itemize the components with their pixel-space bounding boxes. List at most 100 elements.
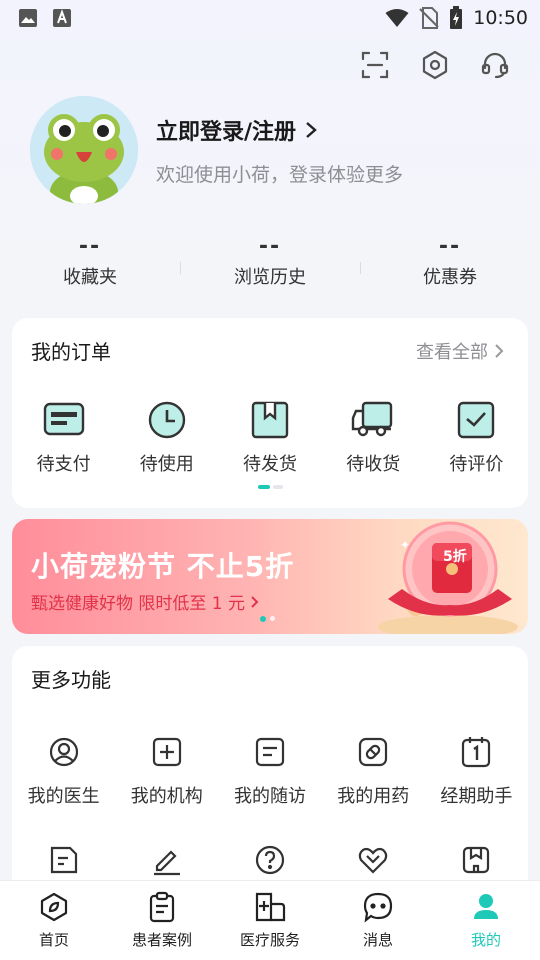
- red-envelope-icon: 5折 ✦: [378, 521, 518, 634]
- login-register-link[interactable]: 立即登录/注册: [156, 114, 403, 146]
- feature-help[interactable]: [218, 840, 321, 880]
- more-features-title: 更多功能: [31, 668, 111, 692]
- stats-row: -- 收藏夹 -- 浏览历史 -- 优惠券: [0, 226, 540, 296]
- order-label: 待发货: [243, 454, 297, 475]
- stat-value: --: [78, 233, 102, 259]
- stat-label: 收藏夹: [63, 266, 117, 288]
- message-icon: [363, 892, 393, 923]
- top-actions: [358, 48, 512, 82]
- banner-title: 小荷宠粉节 不止5折: [31, 550, 295, 583]
- chevron-right-icon: [251, 595, 259, 608]
- chevron-right-icon: [495, 344, 504, 358]
- page-dot: [273, 485, 283, 489]
- tab-label: 我的: [470, 931, 501, 949]
- order-label: 待收货: [346, 454, 401, 475]
- scan-button[interactable]: [358, 48, 392, 82]
- feature-label: 我的用药: [337, 786, 410, 807]
- no-sim-icon: [419, 7, 439, 29]
- font-notification-icon: [53, 9, 71, 27]
- tab-home[interactable]: 首页: [0, 881, 108, 960]
- pill-icon: [359, 737, 388, 767]
- settings-button[interactable]: [418, 48, 452, 82]
- stat-favorites[interactable]: -- 收藏夹: [0, 234, 180, 289]
- doctor-icon: [49, 737, 78, 767]
- headset-icon: [481, 52, 509, 79]
- banner-badge-text: 5折: [443, 548, 467, 565]
- gear-icon: [422, 50, 448, 80]
- order-pending-payment[interactable]: 待支付: [12, 400, 115, 476]
- order-pending-review[interactable]: 待评价: [425, 400, 528, 476]
- tab-label: 医疗服务: [239, 931, 300, 949]
- stat-history[interactable]: -- 浏览历史: [180, 234, 360, 289]
- profile-section: 立即登录/注册 欢迎使用小荷，登录体验更多: [30, 96, 403, 204]
- stat-label: 优惠券: [423, 266, 477, 288]
- status-time: 10:50: [473, 7, 528, 29]
- banner-dot: [270, 616, 275, 621]
- user-icon: [474, 894, 498, 919]
- clock-icon: [148, 401, 185, 439]
- order-pending-receipt[interactable]: 待收货: [322, 400, 425, 476]
- wifi-icon: [385, 9, 409, 27]
- feature-my-medication[interactable]: 我的用药: [322, 732, 425, 808]
- sign-icon: [153, 850, 180, 876]
- box-icon: [251, 401, 289, 439]
- tab-label: 首页: [38, 931, 69, 949]
- stat-value: --: [258, 233, 282, 259]
- followup-icon: [255, 737, 285, 767]
- avatar[interactable]: [30, 96, 138, 204]
- home-icon: [40, 892, 68, 922]
- feature-my-institution[interactable]: 我的机构: [115, 732, 218, 808]
- image-notification-icon: [19, 9, 37, 27]
- check-icon: [458, 401, 495, 439]
- page-dot-active: [258, 485, 270, 489]
- login-title: 立即登录/注册: [156, 119, 297, 145]
- tab-medical-services[interactable]: 医疗服务: [216, 881, 324, 960]
- document-icon: [50, 846, 77, 874]
- banner-subtitle: 甄选健康好物 限时低至 1 元: [31, 594, 246, 614]
- feature-my-followup[interactable]: 我的随访: [218, 732, 321, 808]
- card-icon: [43, 402, 84, 436]
- tab-label: 消息: [362, 931, 393, 949]
- battery-charging-icon: [450, 6, 463, 29]
- help-icon: [255, 845, 285, 875]
- orders-title: 我的订单: [31, 340, 111, 364]
- tab-patient-cases[interactable]: 患者案例: [108, 881, 216, 960]
- bottom-tab-bar: 首页 患者案例 医疗服务 消息 我的: [0, 880, 540, 960]
- stat-coupons[interactable]: -- 优惠券: [360, 234, 540, 289]
- order-pending-use[interactable]: 待使用: [115, 400, 218, 476]
- medical-icon: [255, 892, 286, 922]
- feature-document[interactable]: [12, 840, 115, 880]
- banner-page-indicator: [260, 616, 275, 622]
- customer-service-button[interactable]: [478, 48, 512, 82]
- heart-icon: [358, 847, 388, 874]
- tab-messages[interactable]: 消息: [324, 881, 432, 960]
- shop-icon: [463, 846, 490, 874]
- feature-label: 我的随访: [234, 786, 306, 807]
- truck-icon: [352, 401, 393, 437]
- clipboard-icon: [149, 891, 175, 923]
- status-bar: 10:50: [0, 0, 540, 36]
- feature-my-doctor[interactable]: 我的医生: [12, 732, 115, 808]
- view-all-label: 查看全部: [416, 342, 488, 363]
- order-label: 待使用: [139, 454, 194, 475]
- chevron-right-icon: [306, 121, 317, 138]
- feature-label: 经期助手: [440, 786, 513, 807]
- feature-label: 我的机构: [130, 786, 203, 807]
- feature-period-assistant[interactable]: 经期助手: [425, 732, 528, 808]
- welcome-text: 欢迎使用小荷，登录体验更多: [156, 163, 404, 186]
- tab-label: 患者案例: [131, 931, 192, 949]
- svg-text:✦: ✦: [400, 538, 410, 552]
- feature-shop[interactable]: [425, 840, 528, 880]
- hospital-icon: [152, 737, 181, 767]
- orders-card: 我的订单 查看全部 待支付 待使用 待发货 待收货 待评价: [12, 318, 528, 508]
- feature-care[interactable]: [322, 840, 425, 880]
- promo-banner[interactable]: 5折 ✦ 小荷宠粉节 不止5折 甄选健康好物 限时低至 1 元: [12, 519, 528, 634]
- tab-mine[interactable]: 我的: [432, 881, 540, 960]
- feature-sign[interactable]: [115, 840, 218, 880]
- view-all-orders-link[interactable]: 查看全部: [416, 338, 504, 364]
- feature-label: 我的医生: [27, 786, 100, 807]
- banner-subtitle-link[interactable]: 甄选健康好物 限时低至 1 元: [31, 589, 259, 614]
- order-pending-shipment[interactable]: 待发货: [218, 400, 321, 476]
- stat-value: --: [438, 233, 462, 259]
- orders-page-indicator: [258, 485, 283, 489]
